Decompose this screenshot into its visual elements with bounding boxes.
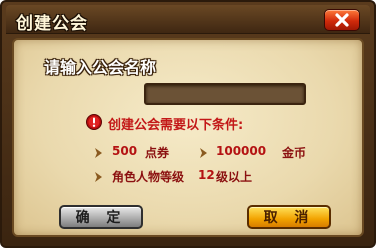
- bullet-arrow-icon: [200, 148, 207, 158]
- close-icon: [335, 13, 349, 27]
- guild-name-input[interactable]: [144, 83, 306, 105]
- point-coupon-amount: 500: [112, 144, 138, 158]
- warning-icon: [86, 114, 102, 130]
- confirm-button[interactable]: 确 定: [59, 205, 143, 229]
- dialog-title: 创建公会: [16, 14, 88, 34]
- title-bar: 创建公会: [6, 5, 370, 34]
- bullet-arrow-icon: [95, 172, 102, 182]
- create-guild-dialog: 创建公会 请输入公会名称 创建公会需要以下条件: 500 点券 100000 金…: [0, 0, 376, 248]
- close-button[interactable]: [324, 9, 360, 31]
- guild-name-prompt: 请输入公会名称: [44, 58, 157, 77]
- requirements-title: 创建公会需要以下条件:: [108, 118, 244, 133]
- content-panel: 请输入公会名称 创建公会需要以下条件: 500 点券 100000 金币 角色人…: [12, 38, 364, 237]
- point-coupon-unit: 点券: [145, 146, 170, 160]
- gold-unit: 金币: [282, 146, 307, 160]
- level-requirement-prefix: 角色人物等级: [112, 170, 185, 184]
- gold-amount: 100000: [216, 144, 267, 158]
- level-requirement-suffix: 级以上: [216, 170, 253, 184]
- cancel-button[interactable]: 取 消: [247, 205, 331, 229]
- bullet-arrow-icon: [95, 148, 102, 158]
- level-requirement-value: 12: [198, 168, 215, 182]
